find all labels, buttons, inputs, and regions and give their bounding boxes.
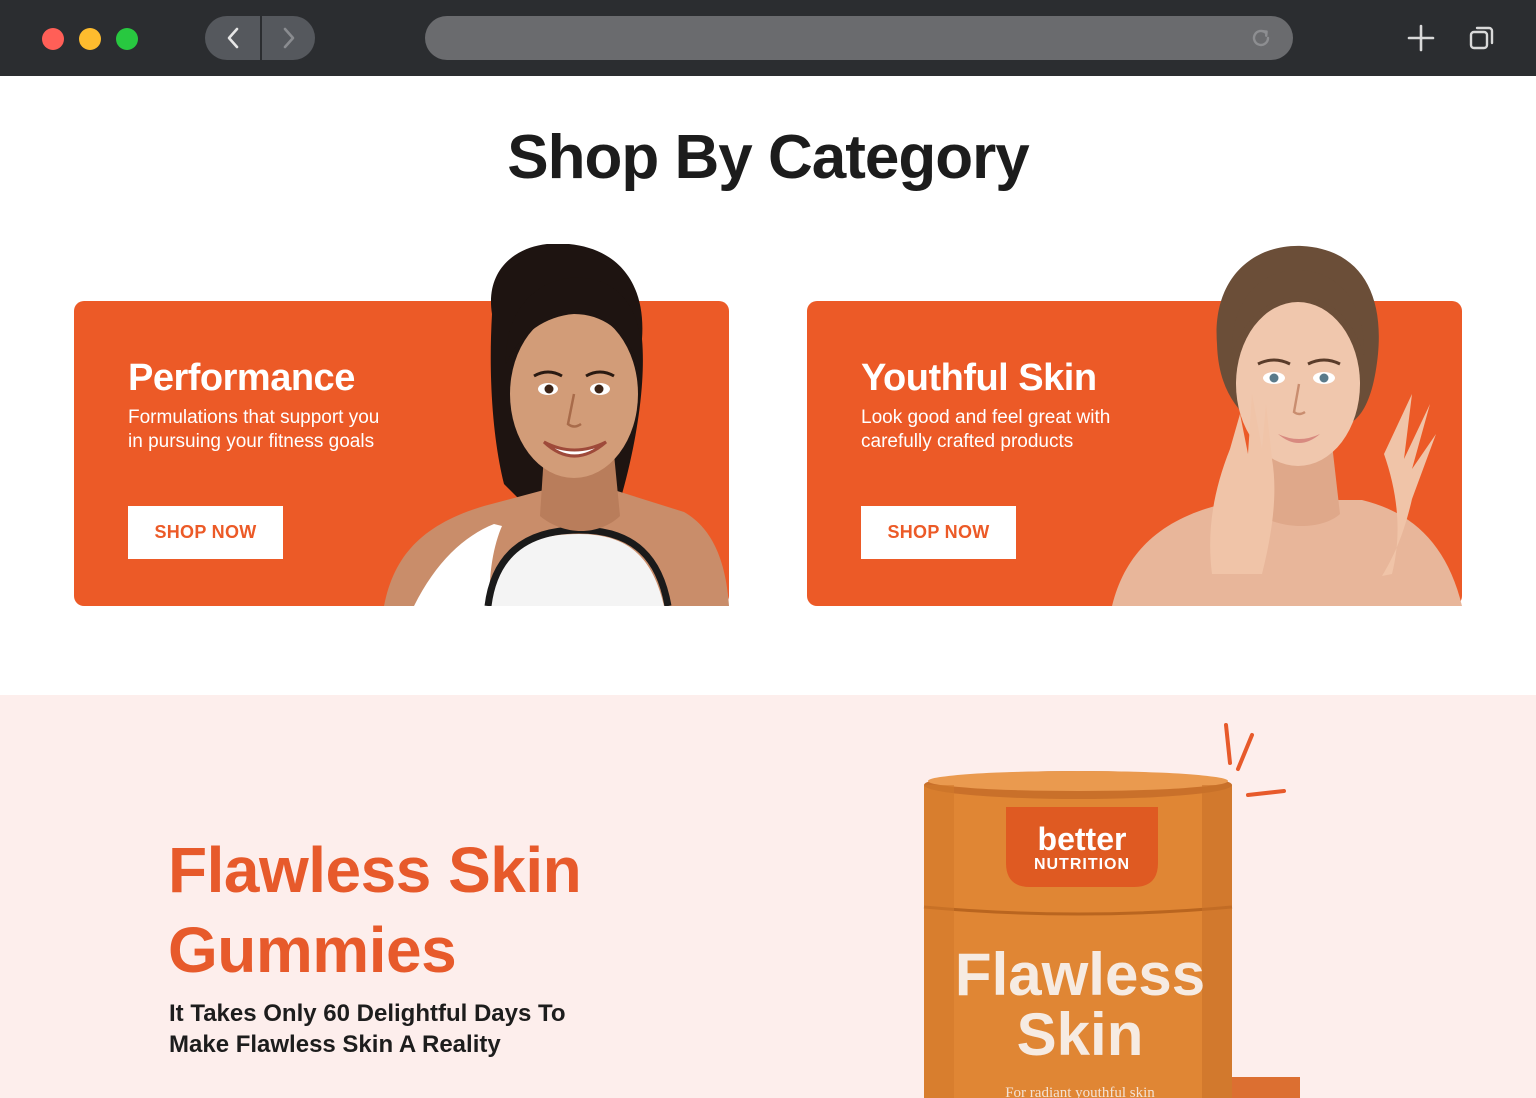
close-window-button[interactable]	[42, 28, 64, 50]
new-tab-button[interactable]	[1405, 22, 1437, 54]
jar-name-line1: Flawless	[955, 941, 1205, 1008]
category-card-performance: Performance Formulations that support yo…	[74, 244, 729, 606]
product-jar-image[interactable]: better NUTRITION Flawless Skin For radia…	[900, 715, 1300, 1098]
category-card-youthful-skin: Youthful Skin Look good and feel great w…	[807, 245, 1462, 606]
reload-icon	[1252, 29, 1270, 47]
youthful-skin-portrait-image	[1112, 245, 1462, 606]
jar-brand-top: better	[1038, 821, 1127, 857]
section-heading: Shop By Category	[507, 123, 1029, 192]
product-title: Flawless Skin Gummies	[168, 834, 582, 986]
forward-button[interactable]	[260, 16, 315, 60]
performance-portrait-image	[384, 244, 729, 606]
chevron-left-icon	[227, 27, 238, 49]
chevron-right-icon	[283, 27, 294, 49]
product-promo-section: Flawless Skin Gummies It Takes Only 60 D…	[0, 695, 1536, 1098]
tabs-overview-button[interactable]	[1466, 22, 1498, 54]
plus-icon	[1407, 24, 1435, 52]
shop-now-youthful-skin-button[interactable]: SHOP NOW	[861, 506, 1016, 559]
product-subtitle: It Takes Only 60 Delightful Days To Make…	[169, 1000, 566, 1058]
category-title: Youthful Skin	[861, 357, 1097, 399]
maximize-window-button[interactable]	[116, 28, 138, 50]
address-bar[interactable]	[425, 16, 1293, 60]
category-title: Performance	[128, 357, 355, 399]
shop-now-performance-button[interactable]: SHOP NOW	[128, 506, 283, 559]
jar-tagline: For radiant youthful skin	[1005, 1085, 1155, 1098]
tabs-icon	[1469, 26, 1494, 50]
navigation-buttons	[205, 16, 315, 60]
category-description: Look good and feel great with carefully …	[861, 407, 1111, 452]
category-description: Formulations that support you in pursuin…	[128, 407, 380, 452]
back-button[interactable]	[205, 16, 260, 60]
minimize-window-button[interactable]	[79, 28, 101, 50]
browser-toolbar	[0, 0, 1536, 76]
jar-brand-bottom: NUTRITION	[1034, 856, 1130, 873]
reload-button[interactable]	[1249, 26, 1273, 50]
jar-name-line2: Skin	[1017, 1001, 1144, 1068]
